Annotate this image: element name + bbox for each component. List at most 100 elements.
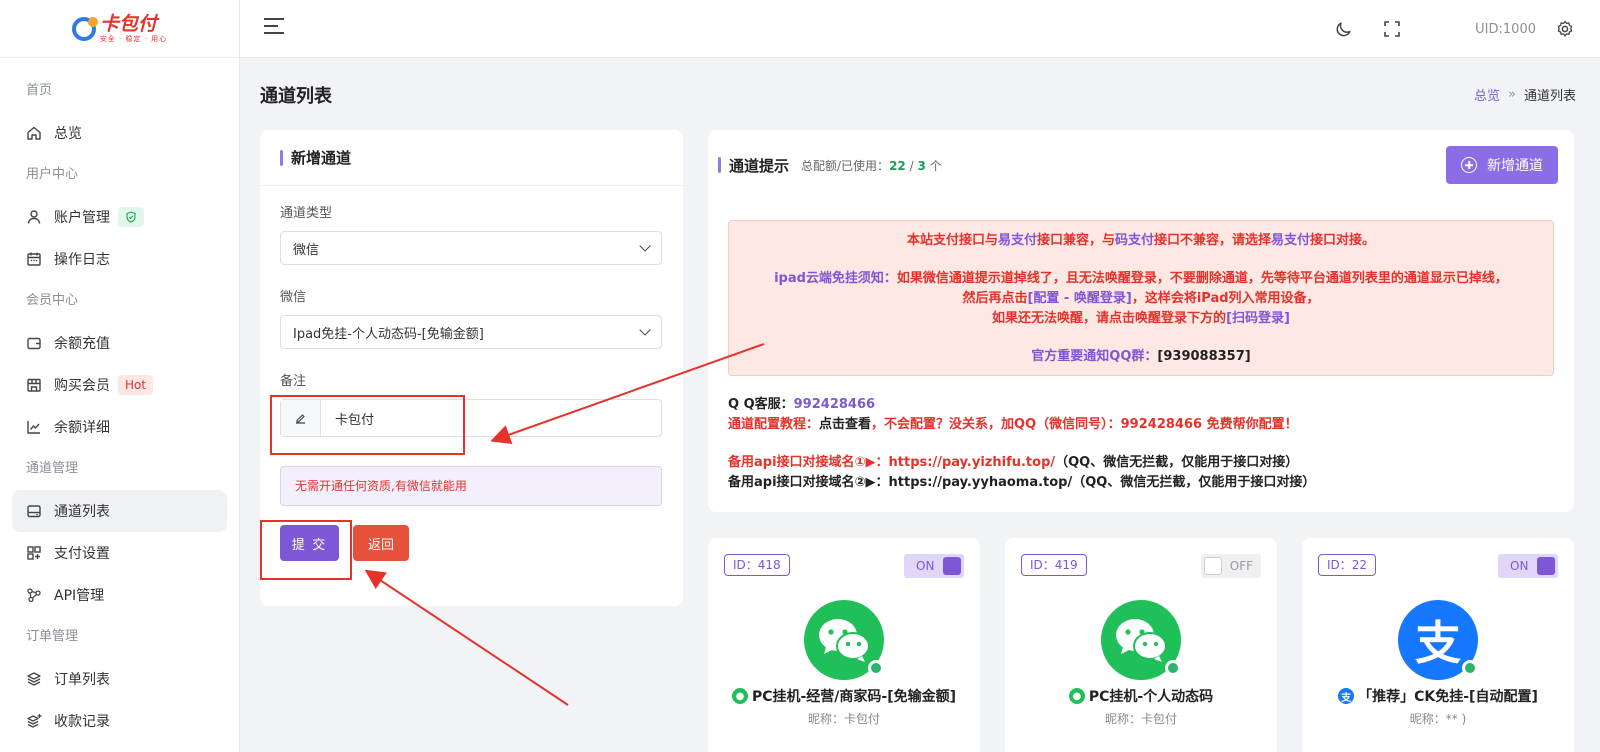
tutorial-note: ，不会配置？没关系，加QQ（微信同号）：992428466 免费帮你配置！ xyxy=(871,417,1298,432)
channel-id-tag: ID：418 xyxy=(724,554,790,576)
wallet-icon xyxy=(26,335,42,351)
alipay-icon: 支 xyxy=(1398,600,1478,680)
moon-icon[interactable] xyxy=(1331,16,1357,42)
alert-text: 然后再点击 xyxy=(962,291,1028,306)
channel-nickname: 昵称：卡包付 xyxy=(807,712,880,726)
quota-label: 总配额/已使用： xyxy=(801,158,890,173)
nav-section-title: 通道管理 xyxy=(26,461,79,476)
toggle-label: ON xyxy=(916,559,935,573)
channel-type-select[interactable]: 微信 xyxy=(280,231,662,265)
sidebar-item-buy-membership[interactable]: 购买会员 Hot xyxy=(12,364,227,406)
sub-type-select[interactable]: Ipad免挂-个人动态码-[免输金额] xyxy=(280,315,662,349)
breadcrumb-overview-link[interactable]: 总览 xyxy=(1474,85,1500,104)
sidebar-item-label: API管理 xyxy=(54,588,105,604)
status-online-dot xyxy=(868,660,884,676)
calendar-icon xyxy=(26,251,42,267)
user-uid[interactable]: UID:1000 xyxy=(1475,22,1536,37)
sidebar-item-account[interactable]: 账户管理 xyxy=(12,196,227,238)
sidebar-item-payment-records[interactable]: 收款记录 xyxy=(12,700,227,742)
sidebar-item-overview[interactable]: 总览 xyxy=(12,112,227,154)
channel-name: 「推荐」CK免挂-[自动配置] xyxy=(1358,689,1538,705)
toggle-knob xyxy=(1204,557,1222,575)
sidebar-item-orders[interactable]: 订单列表 xyxy=(12,658,227,700)
page-title: 通道列表 xyxy=(260,86,332,107)
channel-hint: 无需开通任何资质,有微信就能用 xyxy=(280,466,662,506)
title-accent-bar xyxy=(718,157,721,173)
alert-text: 官方重要通知QQ群： xyxy=(1031,349,1158,364)
sidebar-item-api[interactable]: API管理 xyxy=(12,574,227,616)
sidebar-item-payment-settings[interactable]: 支付设置 xyxy=(12,532,227,574)
channel-card[interactable]: ID：22 ON 支 支「推荐」CK免挂-[自动配置] 昵称：** ) xyxy=(1302,538,1574,752)
api1-url[interactable]: https://pay.yizhifu.top/ xyxy=(889,455,1056,470)
gear-icon[interactable] xyxy=(1552,16,1578,42)
menu-toggle-icon[interactable] xyxy=(264,18,284,40)
api2-url[interactable]: https://pay.yyhaoma.top/ xyxy=(889,475,1073,490)
channel-type-value: 微信 xyxy=(293,242,320,258)
support-info: Q Q客服：992428466 通道配置教程：点击查看，不会配置？没关系，加QQ… xyxy=(728,395,1315,493)
sidebar-item-recharge[interactable]: 余额充值 xyxy=(12,322,227,364)
layers-plus-icon xyxy=(26,713,42,729)
brand-name: 卡包付 xyxy=(99,12,157,35)
add-channel-button[interactable]: 新增通道 xyxy=(1446,146,1558,184)
nav-section-title: 用户中心 xyxy=(26,167,79,182)
add-channel-label: 新增通道 xyxy=(1487,158,1543,174)
alert-text: ipad云端免挂须知： xyxy=(774,271,897,286)
hot-badge: Hot xyxy=(118,375,154,395)
sidebar-item-label: 操作日志 xyxy=(54,252,110,268)
channel-type-label: 通道类型 xyxy=(280,206,333,221)
sidebar-item-label: 总览 xyxy=(54,126,82,142)
fullscreen-icon[interactable] xyxy=(1379,16,1405,42)
channel-id-tag: ID：22 xyxy=(1318,554,1377,576)
annotation-box-remark xyxy=(270,395,465,455)
user-icon xyxy=(26,209,42,225)
wechat-icon: ● xyxy=(731,688,748,704)
sidebar-item-label: 余额充值 xyxy=(54,336,110,352)
brand-tagline: 安全 · 稳定 · 用心 xyxy=(99,34,168,43)
chart-line-icon xyxy=(26,419,42,435)
sub-type-label: 微信 xyxy=(280,290,307,305)
store-icon xyxy=(26,377,42,393)
quota-unit: 个 xyxy=(925,158,942,173)
sidebar-item-channel-list[interactable]: 通道列表 xyxy=(12,490,227,532)
channel-toggle[interactable]: OFF xyxy=(1201,554,1261,578)
channel-info-card: 通道提示 总配额/已使用：22 / 3 个 新增通道 本站支付接口与易支付接口兼… xyxy=(708,130,1574,512)
qq-support-number[interactable]: 992428466 xyxy=(794,397,875,412)
qq-support-label: Q Q客服： xyxy=(728,397,794,412)
nav-section-title: 会员中心 xyxy=(26,293,79,308)
home-icon xyxy=(26,125,42,141)
alert-text: [扫码登录] xyxy=(1226,311,1290,326)
share-nodes-icon xyxy=(26,587,42,603)
alert-text: ，这样会将iPad列入常用设备， xyxy=(1131,291,1320,306)
sidebar-item-label: 余额详细 xyxy=(54,420,110,436)
alert-text: 接口对接。 xyxy=(1310,233,1376,248)
alert-text: 易支付 xyxy=(1271,233,1311,248)
annotation-box-submit xyxy=(260,520,352,580)
wechat-icon xyxy=(1101,600,1181,680)
api2-label: 备用api接口对接域名②▶： xyxy=(728,475,889,490)
channel-card[interactable]: ID：418 ON ● PC挂机-经营/商家码-[免输金额] 昵称：卡包付 xyxy=(708,538,980,752)
alert-text: 如果还无法唤醒，请点击唤醒登录下方的 xyxy=(992,311,1227,326)
quota-summary: 总配额/已使用：22 / 3 个 xyxy=(801,157,942,174)
back-button[interactable]: 返回 xyxy=(353,525,409,561)
remark-label: 备注 xyxy=(280,374,307,389)
sidebar-item-label: 通道列表 xyxy=(54,504,110,520)
wechat-icon xyxy=(804,600,884,680)
channel-nickname: 昵称：卡包付 xyxy=(1104,712,1177,726)
breadcrumb: 总览 » 通道列表 xyxy=(1474,85,1576,104)
sidebar-item-operation-log[interactable]: 操作日志 xyxy=(12,238,227,280)
alert-text: 易支付 xyxy=(997,233,1037,248)
breadcrumb-separator: » xyxy=(1508,87,1516,102)
sub-type-value: Ipad免挂-个人动态码-[免输金额] xyxy=(293,326,484,342)
qq-group-number: [939088357] xyxy=(1157,349,1251,364)
alipay-glyph: 支 xyxy=(1415,616,1461,670)
api1-label: 备用api接口对接域名①▶： xyxy=(728,455,889,470)
channel-toggle[interactable]: ON xyxy=(904,554,964,578)
quota-used: 3 xyxy=(917,158,926,173)
title-accent-bar xyxy=(280,149,283,166)
sidebar-item-balance-detail[interactable]: 余额详细 xyxy=(12,406,227,448)
channel-card[interactable]: ID：419 OFF ● PC挂机-个人动态码 昵称：卡包付 xyxy=(1005,538,1277,752)
brand-logo[interactable]: 卡包付 安全 · 稳定 · 用心 xyxy=(0,0,239,58)
toggle-label: OFF xyxy=(1229,559,1253,573)
channel-toggle[interactable]: ON xyxy=(1498,554,1558,578)
tutorial-link[interactable]: 点击查看 xyxy=(819,417,871,432)
